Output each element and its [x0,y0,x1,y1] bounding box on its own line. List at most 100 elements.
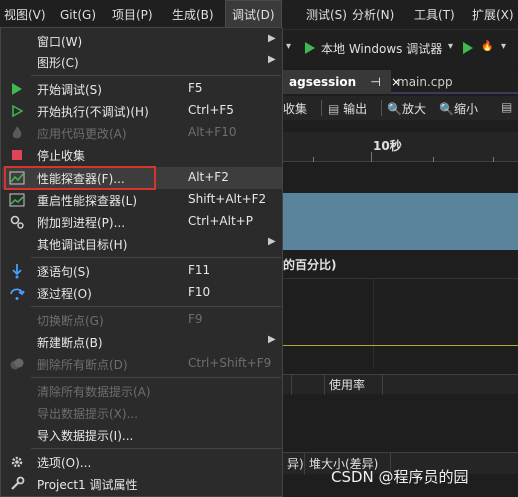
wrench-icon [9,476,25,492]
menu-item-clear-datatips[interactable]: 清除所有数据提示(A) [2,380,282,402]
menu-git[interactable]: Git(G) [54,0,102,30]
timeline-ruler: 10秒 [283,132,518,162]
menu-item-label: Project1 调试属性 [37,478,138,492]
menu-item-shortcut: F5 [188,81,203,95]
menu-item-new-breakpoint[interactable]: 新建断点(B) ▶ [2,331,282,353]
start-debug-icon[interactable] [305,42,315,54]
menu-bar: 视图(V) Git(G) 项目(P) 生成(B) 调试(D) 测试(S) 分析(… [0,0,518,30]
menu-project[interactable]: 项目(P) [106,0,159,30]
output-button[interactable]: ▤ 输出 [328,100,367,117]
cpu-graph[interactable] [283,278,518,367]
menu-item-shortcut: Shift+Alt+F2 [188,192,267,206]
flame-icon [9,125,25,141]
collect-button[interactable]: 收集 [283,100,307,117]
menu-separator [31,306,281,307]
menu-item-performance-profiler[interactable]: 性能探查器(F)... Alt+F2 [2,167,282,189]
menu-item-project-debug-properties[interactable]: Project1 调试属性 [2,473,282,495]
play-outline-icon [9,103,25,119]
menu-debug[interactable]: 调试(D) [225,0,282,30]
menu-build[interactable]: 生成(B) [166,0,220,30]
cpu-usage-line [283,345,518,346]
step-into-icon [9,263,25,279]
menu-item-toggle-breakpoint[interactable]: 切换断点(G) F9 [2,309,282,331]
menu-item-export-datatips[interactable]: 导出数据提示(X)... [2,402,282,424]
menu-item-label: 窗口(W) [37,35,83,49]
menu-item-label: 开始调试(S) [37,83,102,97]
menu-item-shortcut: F11 [188,263,211,277]
menu-separator [31,448,281,449]
usage-col-first [283,375,325,395]
menu-item-restart-profiler[interactable]: 重启性能探查器(L) Shift+Alt+F2 [2,189,282,211]
performance-profiler-icon [9,170,25,186]
timeline-tick [371,152,372,162]
timeline-tick [493,157,494,162]
menu-extensions[interactable]: 扩展(X) [466,0,518,30]
usage-column-header[interactable]: 使用率 [325,375,383,395]
delete-breakpoints-icon [9,356,25,372]
gear-icon [9,454,25,470]
menu-item-shortcut: F9 [188,312,203,326]
timeline-tick [433,157,434,162]
menu-item-attach-to-process[interactable]: 附加到进程(P)... Ctrl+Alt+P [2,211,282,233]
chevron-down-icon[interactable]: ▾ [286,41,291,52]
menu-view[interactable]: 视图(V) [0,0,52,30]
menu-item-step-over[interactable]: 逐过程(O) F10 [2,282,282,304]
menu-item-shortcut: Alt+F2 [188,170,229,184]
menu-item-step-into[interactable]: 逐语句(S) F11 [2,260,282,282]
debug-menu: 窗口(W) ▶ 图形(C) ▶ 开始调试(S) F5 开始执行(不调试)(H) … [0,27,283,497]
submenu-arrow-icon: ▶ [268,33,276,44]
watermark-text: CSDN @程序员的园 [331,468,469,486]
play-icon [9,81,25,97]
menu-item-shortcut: Ctrl+Alt+P [188,214,253,228]
menu-item-label: 性能探查器(F)... [37,172,125,186]
menu-item-graphics[interactable]: 图形(C) ▶ [2,51,282,73]
toolbar-separator [321,100,322,116]
start-without-debug-icon[interactable] [463,42,473,54]
zoom-in-label: 放大 [401,102,426,116]
menu-item-import-datatips[interactable]: 导入数据提示(I)... [2,424,282,446]
submenu-arrow-icon: ▶ [268,334,276,345]
menu-item-shortcut: Ctrl+Shift+F9 [188,356,272,370]
zoom-out-icon: 🔍 [439,102,454,116]
hot-reload-dropdown-icon[interactable]: ▾ [501,41,506,52]
run-target-button[interactable]: 本地 Windows 调试器 [321,40,442,57]
graph-gridline [373,279,374,367]
cpu-usage-band[interactable] [283,193,518,250]
zoom-out-button[interactable]: 🔍缩小 [439,100,478,117]
menu-item-stop-collection[interactable]: 停止收集 [2,144,282,166]
menu-item-label: 逐过程(O) [37,287,92,301]
timeline-tick-label: 10秒 [373,139,402,153]
attach-gear-icon [9,214,25,230]
menu-item-start-without-debugging[interactable]: 开始执行(不调试)(H) Ctrl+F5 [2,100,282,122]
menu-item-delete-all-breakpoints[interactable]: 删除所有断点(D) Ctrl+Shift+F9 [2,353,282,375]
tab-diagsession[interactable]: agsession ⊣ × [283,70,401,94]
zoom-in-button[interactable]: 🔍放大 [387,100,426,117]
heap-col-diff[interactable]: 异) [283,453,305,475]
document-tab-bar: agsession ⊣ × main.cpp [283,70,518,94]
hot-reload-icon[interactable]: 🔥 [481,41,493,52]
menu-separator [31,377,281,378]
run-target-dropdown-icon[interactable]: ▾ [448,41,453,52]
menu-item-label: 删除所有断点(D) [37,358,128,372]
menu-item-options[interactable]: 选项(O)... [2,451,282,473]
menu-tools[interactable]: 工具(T) [408,0,461,30]
pin-icon[interactable]: ⊣ [370,75,380,89]
menu-item-apply-code-changes[interactable]: 应用代码更改(A) Alt+F10 [2,122,282,144]
menu-item-label: 图形(C) [37,56,79,70]
menu-item-label: 导入数据提示(I)... [37,429,134,443]
step-over-icon [9,285,25,301]
menu-item-other-debug-targets[interactable]: 其他调试目标(H) ▶ [2,233,282,255]
menu-item-label: 附加到进程(P)... [37,216,126,230]
menu-item-start-debugging[interactable]: 开始调试(S) F5 [2,78,282,100]
reset-view-icon[interactable]: ▤ [501,100,512,114]
toolbar-separator [381,100,382,116]
menu-item-label: 重启性能探查器(L) [37,194,138,208]
zoom-out-label: 缩小 [453,102,478,116]
menu-analyze[interactable]: 分析(N) [346,0,400,30]
menu-item-windows[interactable]: 窗口(W) ▶ [2,30,282,52]
restart-profiler-icon [9,192,25,208]
menu-item-label: 新建断点(B) [37,336,103,350]
tab-main-cpp[interactable]: main.cpp [391,70,459,94]
menu-item-shortcut: Alt+F10 [188,125,237,139]
tab-diagsession-label: agsession [289,75,357,89]
